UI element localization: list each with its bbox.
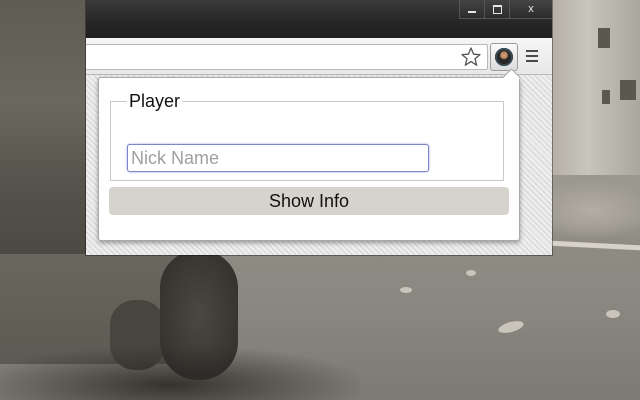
- wallpaper-window: [620, 80, 636, 100]
- wallpaper-shadow: [0, 345, 360, 400]
- maximize-icon: [492, 4, 502, 14]
- show-info-button[interactable]: Show Info: [109, 187, 509, 215]
- minimize-icon: [468, 11, 476, 13]
- minimize-button[interactable]: [459, 0, 484, 19]
- wallpaper-debris: [400, 287, 412, 293]
- window-controls: x: [459, 0, 552, 19]
- hamburger-menu-icon[interactable]: [526, 50, 540, 62]
- menu-bar-line: [526, 50, 538, 52]
- player-fieldset: Player: [110, 91, 504, 181]
- window-titlebar[interactable]: x: [86, 0, 552, 38]
- menu-bar-line: [526, 55, 538, 57]
- wallpaper-debris: [466, 270, 476, 276]
- wallpaper-building: [552, 0, 640, 175]
- wallpaper-window: [602, 90, 610, 104]
- menu-bar-line: [526, 60, 538, 62]
- extension-button[interactable]: [490, 43, 518, 71]
- player-legend: Player: [129, 91, 181, 111]
- wallpaper-window: [598, 28, 610, 48]
- address-bar[interactable]: [86, 44, 488, 70]
- extension-popup: Player Show Info: [98, 68, 521, 241]
- close-button[interactable]: x: [509, 0, 552, 19]
- browser-toolbar: [86, 38, 552, 75]
- wallpaper-tank: [0, 0, 90, 260]
- player-avatar-icon: [495, 48, 513, 66]
- close-icon: x: [528, 3, 534, 15]
- nick-name-input[interactable]: [127, 144, 429, 172]
- wallpaper-debris: [497, 318, 525, 336]
- wallpaper-debris: [606, 310, 620, 318]
- star-icon[interactable]: [461, 46, 481, 68]
- wallpaper-rubble: [552, 170, 640, 250]
- maximize-button[interactable]: [484, 0, 509, 19]
